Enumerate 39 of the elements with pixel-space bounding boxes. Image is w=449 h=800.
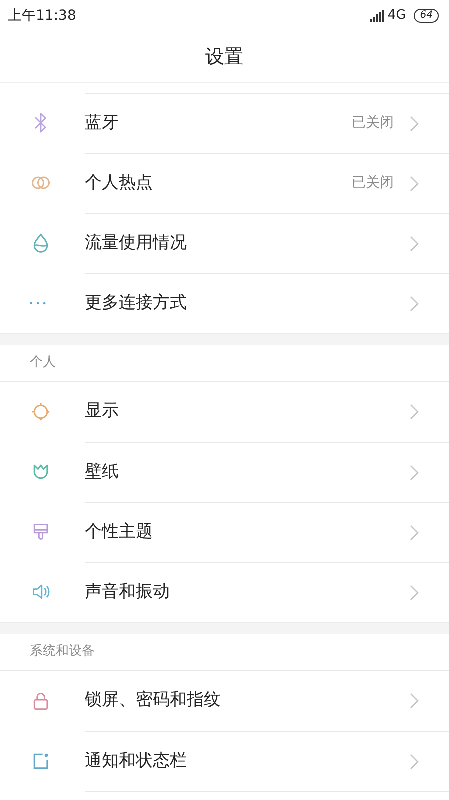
chevron-icon <box>410 693 419 709</box>
network-label: 4G <box>388 7 406 26</box>
chevron-icon <box>410 584 419 600</box>
settings-row[interactable]: 显示 <box>0 382 449 442</box>
settings-row[interactable]: 通知和状态栏 <box>0 731 449 791</box>
more-icon <box>30 302 46 304</box>
row-value: 已关闭 <box>352 174 394 193</box>
chevron-icon <box>410 464 419 480</box>
settings-row[interactable]: 壁纸 <box>0 442 449 502</box>
row-label: 声音和振动 <box>85 580 171 604</box>
row-label: 流量使用情况 <box>85 232 188 255</box>
status-time: 上午11:38 <box>8 6 76 26</box>
signal-icon <box>370 10 384 22</box>
sun-icon <box>30 401 52 423</box>
row-label: 个人热点 <box>85 172 154 195</box>
settings-row[interactable]: 锁屏、密码和指纹 <box>0 671 449 731</box>
settings-row[interactable]: 个性主题 <box>0 502 449 562</box>
page-title: 设置 <box>206 44 244 70</box>
chevron-icon <box>410 296 419 312</box>
settings-row[interactable]: 流量使用情况 <box>0 213 449 273</box>
row-label: 锁屏、密码和指纹 <box>85 689 222 712</box>
section-header: 系统和设备 <box>30 643 95 662</box>
chevron-icon <box>410 524 419 540</box>
chevron-icon <box>410 404 419 420</box>
row-label: 显示 <box>85 400 120 424</box>
row-label: 个性主题 <box>85 520 154 544</box>
row-label: 更多连接方式 <box>85 292 188 315</box>
chevron-icon <box>410 754 419 770</box>
chevron-icon <box>410 176 419 192</box>
battery-icon: 64 <box>414 9 439 23</box>
settings-row[interactable]: 蓝牙 已关闭 <box>0 93 449 153</box>
settings-row[interactable]: 个人热点 已关闭 <box>0 153 449 213</box>
row-label: 通知和状态栏 <box>85 750 188 773</box>
chevron-icon <box>410 116 419 132</box>
row-label: 蓝牙 <box>85 112 120 135</box>
row-label: 壁纸 <box>85 460 120 484</box>
section-header: 个人 <box>30 354 56 372</box>
row-value: 已关闭 <box>352 114 394 133</box>
chevron-icon <box>410 236 419 252</box>
